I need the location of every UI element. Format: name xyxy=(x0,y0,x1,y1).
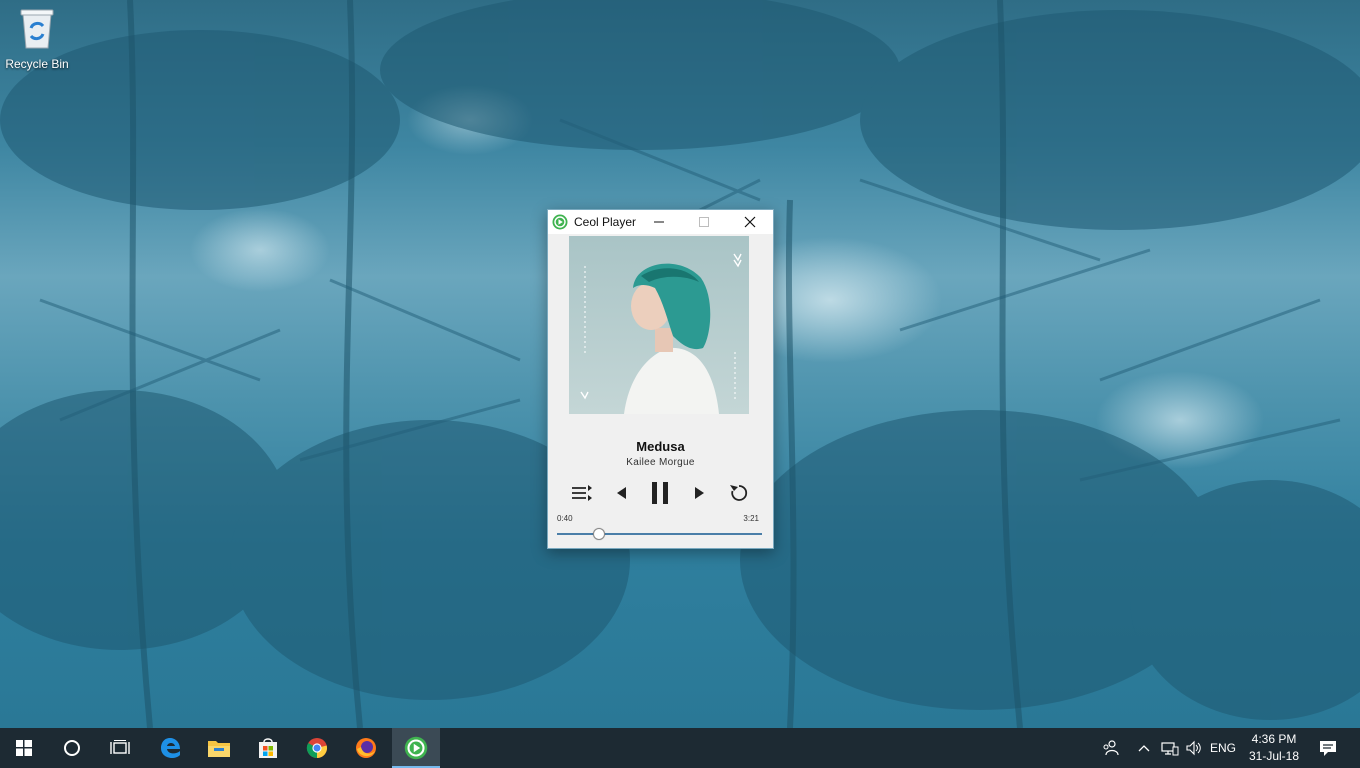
desktop[interactable]: Recycle Bin Ceol Player Medusa Kailee Mo… xyxy=(0,0,1360,728)
ceol-player-window[interactable]: Ceol Player Medusa Kailee Morgue 0:40 3:… xyxy=(547,209,774,549)
windows-start-icon xyxy=(16,740,32,756)
volume-button[interactable] xyxy=(1182,728,1206,768)
album-art xyxy=(569,236,749,414)
close-icon xyxy=(744,216,755,228)
people-button[interactable] xyxy=(1098,728,1122,768)
task-view-button[interactable] xyxy=(96,728,144,768)
seek-thumb[interactable] xyxy=(593,528,605,540)
previous-icon xyxy=(617,487,626,499)
notification-icon xyxy=(1320,741,1336,756)
edge-icon xyxy=(161,738,180,758)
repeat-button[interactable] xyxy=(725,480,753,506)
clock-time: 4:36 PM xyxy=(1251,732,1297,746)
taskbar-app-firefox[interactable] xyxy=(342,728,390,768)
taskbar-app-edge[interactable] xyxy=(147,728,195,768)
cortana-circle-icon xyxy=(64,740,80,756)
chrome-icon xyxy=(306,738,328,759)
task-view-icon xyxy=(110,740,130,754)
taskbar-app-chrome[interactable] xyxy=(293,728,341,768)
seek-track[interactable] xyxy=(557,533,762,535)
people-icon xyxy=(1103,740,1119,756)
start-button[interactable] xyxy=(0,728,48,768)
playlist-button[interactable] xyxy=(568,480,596,506)
chevron-up-icon xyxy=(1138,745,1150,752)
network-button[interactable] xyxy=(1158,728,1182,768)
clock[interactable]: 4:36 PM 31-Jul-18 xyxy=(1240,731,1308,765)
action-center-button[interactable] xyxy=(1314,728,1342,768)
maximize-button xyxy=(681,210,726,234)
taskbar-app-file-explorer[interactable] xyxy=(195,728,243,768)
title-bar[interactable]: Ceol Player xyxy=(548,210,773,234)
clock-date: 31-Jul-18 xyxy=(1248,749,1300,763)
next-icon xyxy=(695,487,704,499)
window-title: Ceol Player xyxy=(574,215,637,229)
network-icon xyxy=(1161,742,1179,756)
total-time: 3:21 xyxy=(743,514,759,523)
desktop-icon-label: Recycle Bin xyxy=(5,57,69,71)
taskbar-app-store[interactable] xyxy=(244,728,292,768)
ceol-player-icon xyxy=(404,736,428,760)
playlist-icon xyxy=(572,485,592,501)
recycle-bin-icon xyxy=(20,9,54,49)
seek-slider[interactable] xyxy=(557,528,762,540)
pause-icon xyxy=(652,482,668,504)
album-art-image xyxy=(569,236,749,414)
cortana-button[interactable] xyxy=(48,728,96,768)
pause-button[interactable] xyxy=(646,480,674,506)
folder-icon xyxy=(208,741,230,757)
taskbar: ENG 4:36 PM 31-Jul-18 xyxy=(0,728,1360,768)
song-title: Medusa xyxy=(636,439,685,454)
artist-name: Kailee Morgue xyxy=(626,457,695,468)
ceol-player-app-icon xyxy=(552,214,568,230)
taskbar-app-ceol-player[interactable] xyxy=(392,728,440,768)
minimize-button[interactable] xyxy=(636,210,681,234)
store-icon xyxy=(259,738,277,758)
previous-button[interactable] xyxy=(607,480,635,506)
minimize-icon xyxy=(653,221,664,223)
close-button[interactable] xyxy=(727,210,772,234)
desktop-icon-recycle-bin[interactable]: Recycle Bin xyxy=(4,6,70,71)
next-button[interactable] xyxy=(686,480,714,506)
language-indicator[interactable]: ENG xyxy=(1208,728,1238,768)
volume-icon xyxy=(1186,740,1201,756)
repeat-icon xyxy=(730,485,748,501)
firefox-icon xyxy=(356,738,376,758)
maximize-icon xyxy=(698,217,709,227)
current-time: 0:40 xyxy=(557,514,573,523)
show-hidden-icons-button[interactable] xyxy=(1134,728,1154,768)
